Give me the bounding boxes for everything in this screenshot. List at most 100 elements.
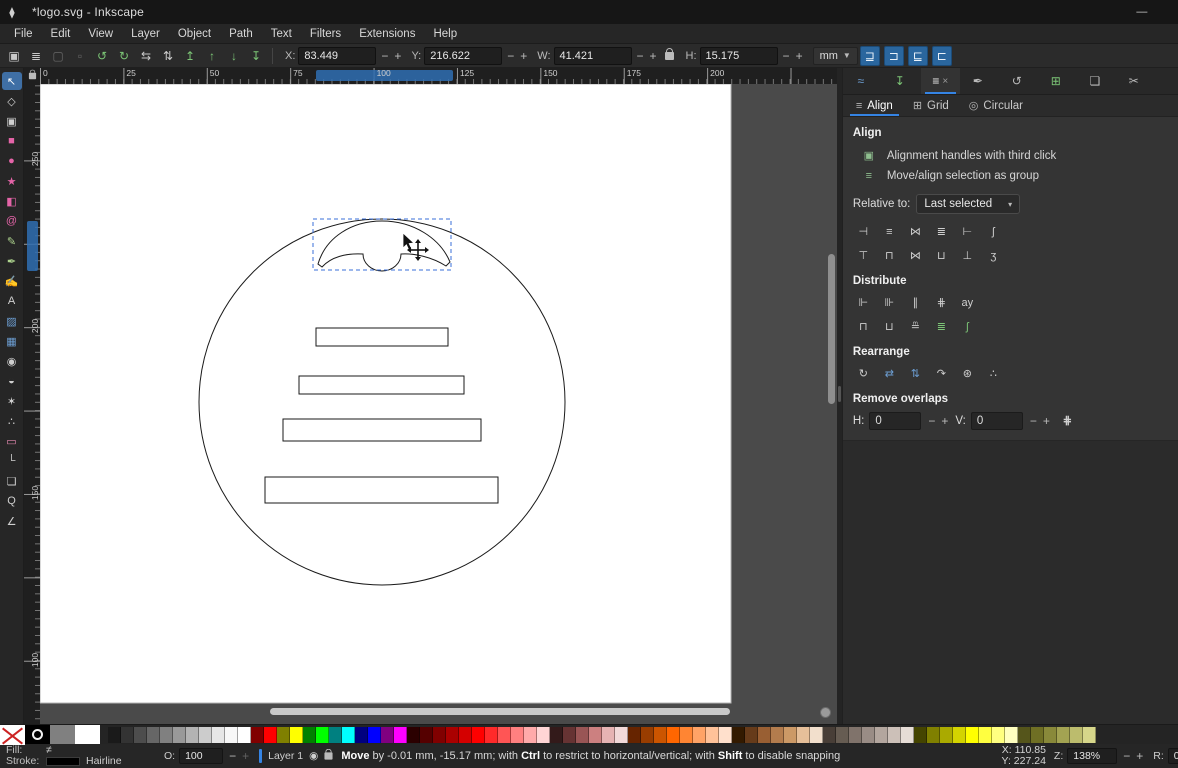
color-chip[interactable] [940, 726, 953, 743]
tool-button[interactable]: ★ [2, 172, 22, 190]
tool-button[interactable]: ◧ [2, 192, 22, 210]
dock-tab[interactable]: ↧ [882, 68, 921, 94]
tool-button[interactable]: ▣ [2, 112, 22, 130]
color-chip[interactable] [472, 726, 485, 743]
opacity-increment[interactable]: + [242, 749, 249, 763]
distribute-button[interactable]: ⊔ [879, 317, 900, 336]
color-chip[interactable] [979, 726, 992, 743]
color-chip[interactable] [459, 726, 472, 743]
dock-tab[interactable]: ≡ × [920, 68, 960, 94]
tool-button[interactable]: ∴ [2, 412, 22, 430]
color-chip[interactable] [485, 726, 498, 743]
layer-lock-icon[interactable] [324, 748, 333, 760]
horizontal-ruler[interactable]: 0 25 50 75 100 125 150 175 200 [40, 68, 837, 84]
color-chip[interactable] [875, 726, 888, 743]
align-button[interactable]: ⊓ [879, 246, 900, 265]
color-chip[interactable] [849, 726, 862, 743]
color-chip[interactable] [1083, 726, 1096, 743]
tool-button[interactable]: ● [2, 152, 22, 170]
color-chip[interactable] [797, 726, 810, 743]
color-chip[interactable] [810, 726, 823, 743]
tool-button[interactable]: @ [2, 212, 22, 230]
h-gap-decrement[interactable]: − [928, 414, 935, 428]
color-chip[interactable] [212, 726, 225, 743]
color-chip[interactable] [615, 726, 628, 743]
toolbar-button[interactable]: ▢ [48, 46, 68, 66]
dock-tab[interactable]: ⊞ [1038, 68, 1077, 94]
align-button[interactable]: ⋈ [905, 246, 926, 265]
color-chip[interactable] [381, 726, 394, 743]
color-chip[interactable] [654, 726, 667, 743]
h-gap-increment[interactable]: + [941, 414, 948, 428]
color-chip[interactable] [290, 726, 303, 743]
w-increment[interactable]: + [650, 49, 657, 63]
fill-stroke-indicator[interactable]: Fill: ≠ Stroke: Hairline [6, 745, 156, 767]
unit-dropdown[interactable]: mm ▼ [812, 46, 858, 65]
color-chip[interactable] [537, 726, 550, 743]
x-increment[interactable]: + [394, 49, 401, 63]
vertical-scrollbar[interactable] [827, 254, 835, 404]
color-chip[interactable] [550, 726, 563, 743]
toolbar-button[interactable]: ≣ [26, 46, 46, 66]
distribute-button[interactable]: ≣ [931, 317, 952, 336]
move-as-group-toggle[interactable]: ≡ Move/align selection as group [853, 166, 1178, 186]
color-chip[interactable] [667, 726, 680, 743]
color-chip[interactable] [524, 726, 537, 743]
color-chip[interactable] [1018, 726, 1031, 743]
distribute-button[interactable]: ⊓ [853, 317, 874, 336]
menu-item[interactable]: Object [170, 26, 219, 42]
align-button[interactable]: ⊢ [957, 222, 978, 241]
toolbar-button[interactable]: ⇅ [158, 46, 178, 66]
align-subtab[interactable]: ⊞ Grid [904, 95, 958, 116]
menu-item[interactable]: Edit [43, 26, 79, 42]
color-chip[interactable] [394, 726, 407, 743]
rearrange-button[interactable]: ∴ [983, 364, 1004, 383]
toolbar-button[interactable]: ▫ [70, 46, 90, 66]
ruler-lock[interactable] [24, 68, 40, 84]
h-gap-input[interactable]: 0 [869, 411, 922, 430]
color-chip[interactable] [758, 726, 771, 743]
menu-item[interactable]: Help [425, 26, 465, 42]
color-chip[interactable] [147, 726, 160, 743]
toolbar-button[interactable]: ↓ [224, 46, 244, 66]
color-chip[interactable] [186, 726, 199, 743]
close-tab-icon[interactable]: × [942, 76, 948, 87]
align-button[interactable]: ʃ [983, 222, 1004, 241]
color-chip[interactable] [264, 726, 277, 743]
color-chip[interactable] [563, 726, 576, 743]
color-chip[interactable] [173, 726, 186, 743]
color-chip[interactable] [823, 726, 836, 743]
black-swatch[interactable] [25, 724, 50, 745]
toolbar-button[interactable]: ↧ [246, 46, 266, 66]
color-chip[interactable] [199, 726, 212, 743]
color-chip[interactable] [342, 726, 355, 743]
snap-indicator-icon[interactable] [819, 707, 831, 718]
color-chip[interactable] [316, 726, 329, 743]
align-button[interactable]: ⊣ [853, 222, 874, 241]
w-input[interactable]: 41.421 [553, 46, 632, 65]
color-chip[interactable] [745, 726, 758, 743]
color-chip[interactable] [992, 726, 1005, 743]
color-chip[interactable] [732, 726, 745, 743]
rearrange-button[interactable]: ↻ [853, 364, 874, 383]
y-increment[interactable]: + [520, 49, 527, 63]
dock-tab[interactable]: ✂ [1116, 68, 1155, 94]
color-chip[interactable] [914, 726, 927, 743]
color-chip[interactable] [888, 726, 901, 743]
zoom-input[interactable]: 138% [1067, 748, 1118, 764]
tool-button[interactable]: ▨ [2, 312, 22, 330]
tool-button[interactable]: ◉ [2, 352, 22, 370]
gray-swatch[interactable] [50, 724, 75, 745]
color-chip[interactable] [238, 726, 251, 743]
quick-snap-button[interactable]: ⊐ [883, 45, 904, 66]
v-gap-increment[interactable]: + [1043, 414, 1050, 428]
menu-item[interactable]: Filters [302, 26, 349, 42]
color-chip[interactable] [433, 726, 446, 743]
color-chip[interactable] [1070, 726, 1083, 743]
toolbar-button[interactable]: ↻ [114, 46, 134, 66]
rearrange-button[interactable]: ⊛ [957, 364, 978, 383]
rotation-input[interactable]: 0.00° [1167, 748, 1178, 764]
color-chip[interactable] [160, 726, 173, 743]
quick-snap-button[interactable]: ⊒ [859, 45, 880, 66]
v-gap-input[interactable]: 0 [970, 411, 1023, 430]
